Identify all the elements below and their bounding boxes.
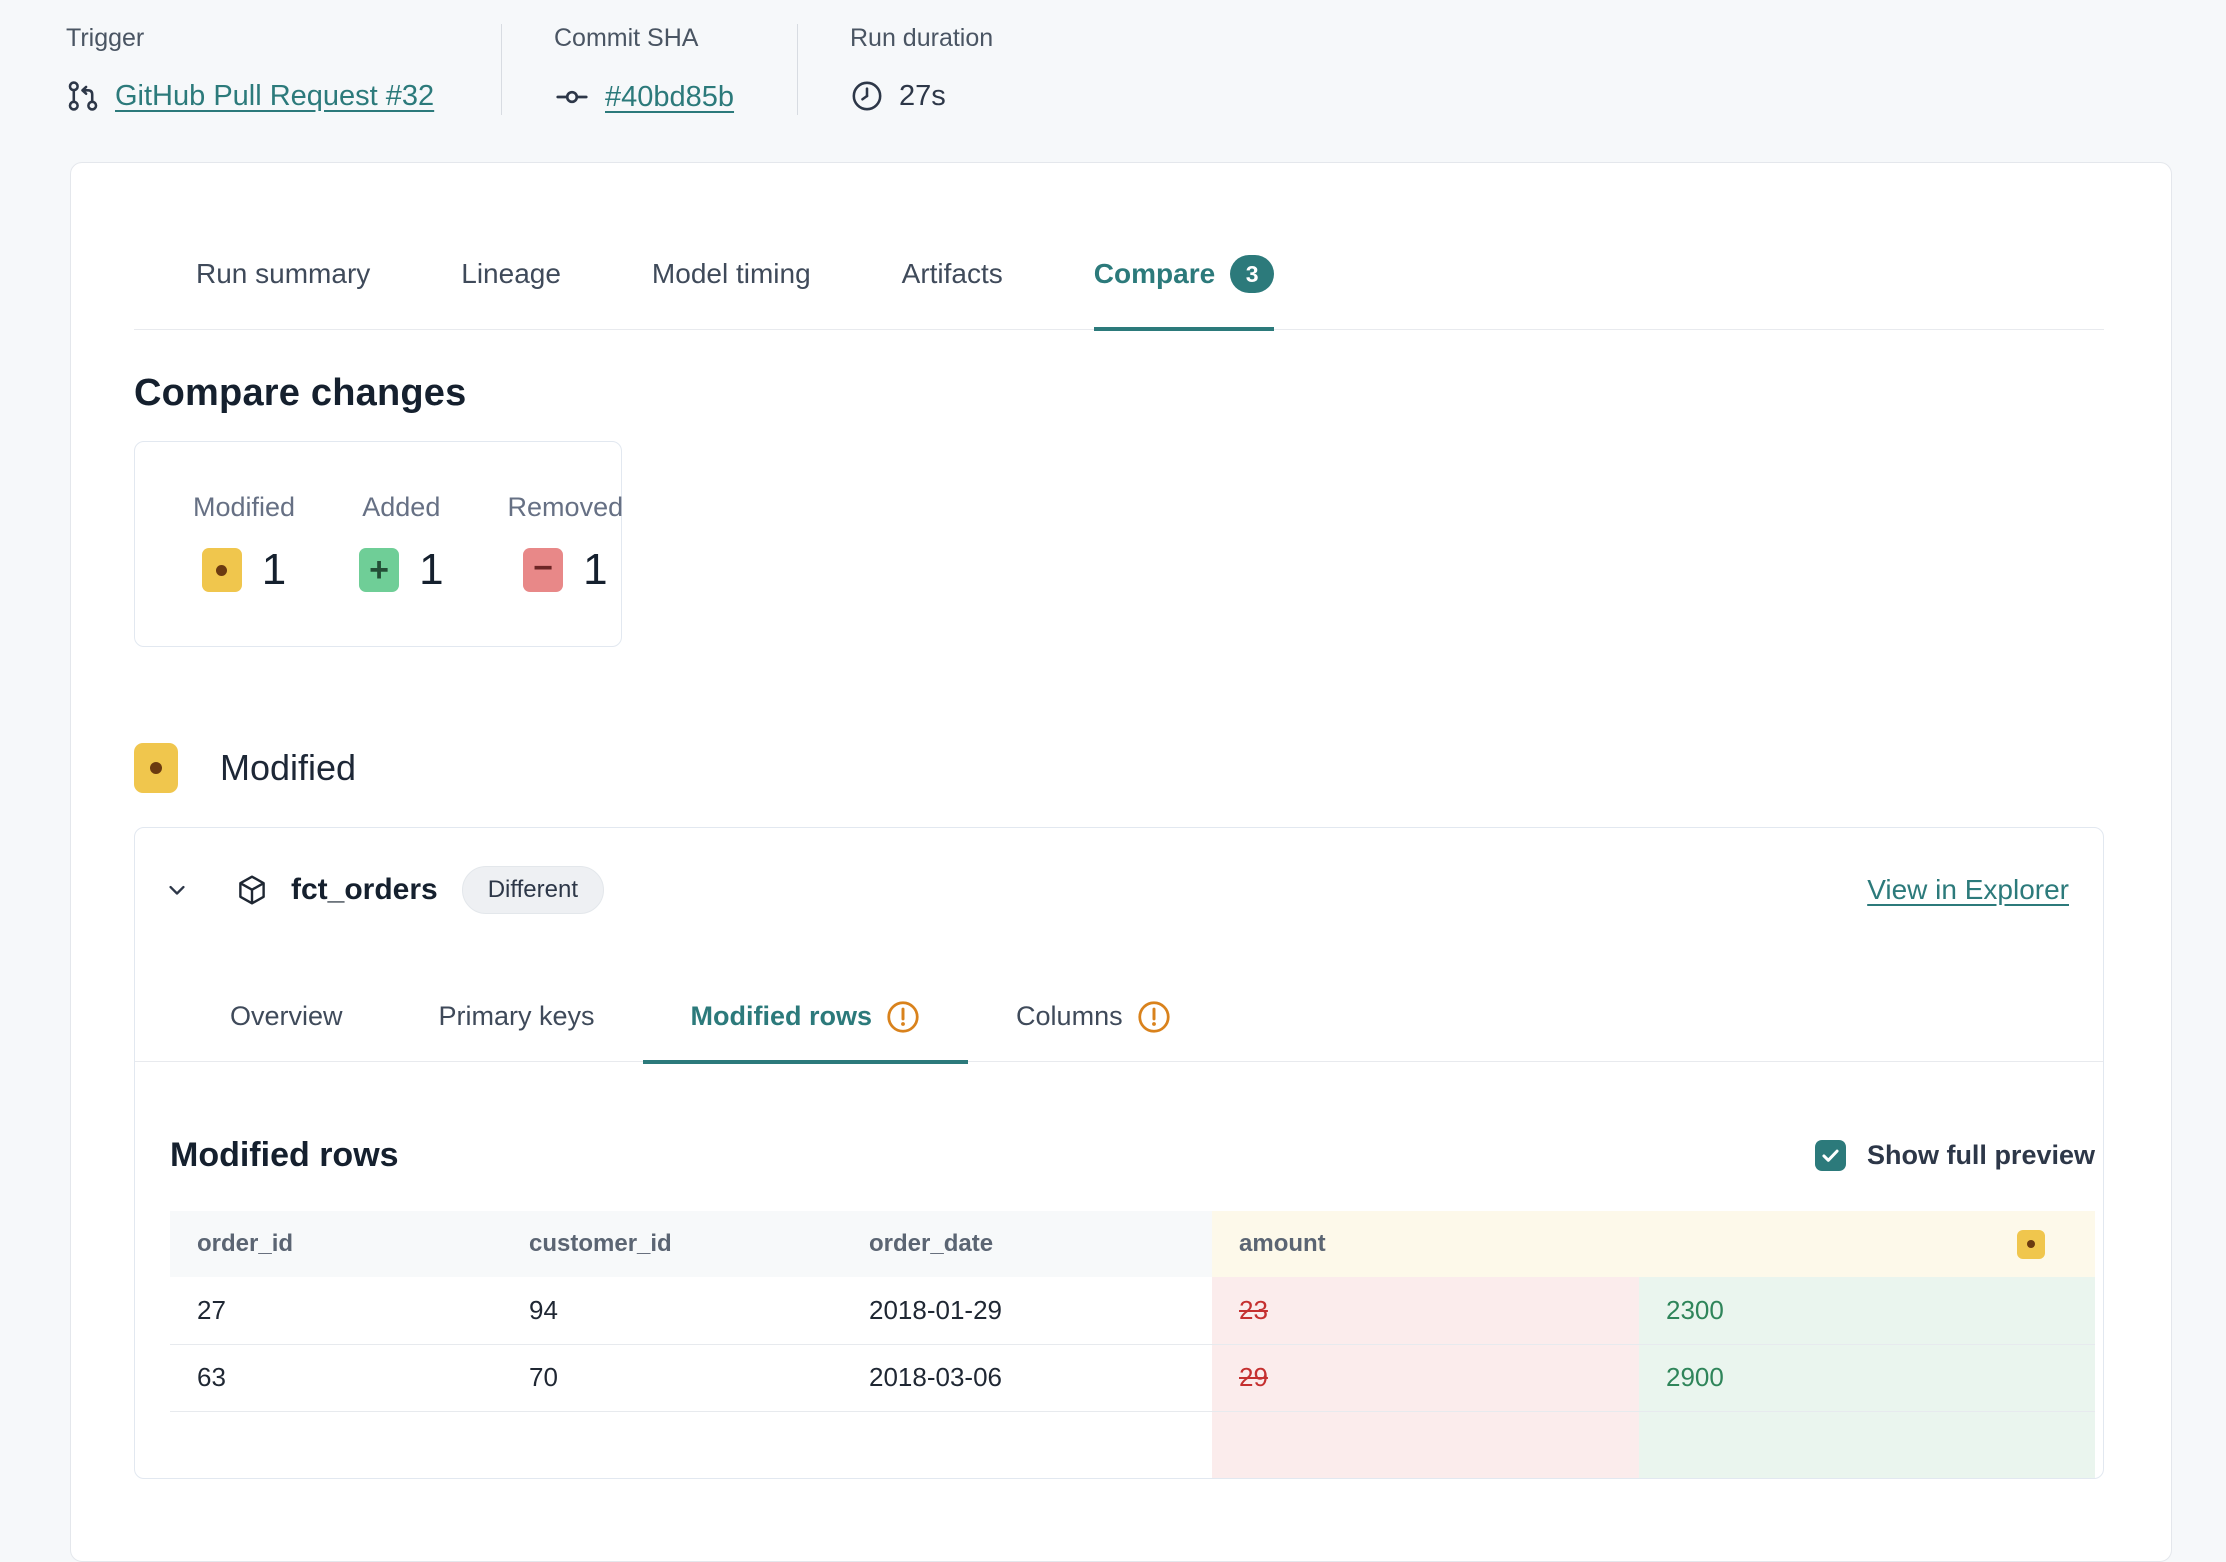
run-duration-value: 27s bbox=[899, 80, 946, 113]
stat-added-label: Added bbox=[362, 492, 440, 523]
modified-rows-table: order_id customer_id order_date amount bbox=[170, 1211, 2095, 1478]
tab-primary-keys[interactable]: Primary keys bbox=[391, 1000, 643, 1064]
modified-column-indicator-icon bbox=[2017, 1230, 2045, 1259]
run-duration-label: Run duration bbox=[850, 24, 993, 53]
stat-added-value: 1 bbox=[419, 545, 443, 595]
column-header-customer-id: customer_id bbox=[502, 1211, 842, 1277]
warning-icon bbox=[886, 1000, 920, 1034]
minus-icon: − bbox=[523, 548, 563, 592]
stat-removed: Removed − 1 bbox=[508, 492, 624, 595]
stat-modified: Modified 1 bbox=[193, 492, 295, 595]
plus-icon: + bbox=[359, 548, 399, 592]
modified-section-header: Modified bbox=[134, 743, 2104, 793]
cell-amount-new: 2900 bbox=[1639, 1344, 2095, 1411]
stat-removed-value: 1 bbox=[583, 545, 607, 595]
cell-amount-new: 2300 bbox=[1639, 1277, 2095, 1344]
cell-order-date: 2018-03-06 bbox=[842, 1344, 1212, 1411]
modified-rows-heading: Modified rows bbox=[170, 1136, 399, 1175]
tab-compare[interactable]: Compare 3 bbox=[1094, 255, 1274, 331]
column-header-order-date: order_date bbox=[842, 1211, 1212, 1277]
cell-order-date bbox=[842, 1411, 1212, 1478]
compare-count-badge: 3 bbox=[1230, 255, 1274, 293]
stat-added: Added + 1 bbox=[359, 492, 443, 595]
package-icon bbox=[235, 873, 269, 907]
modified-section-heading: Modified bbox=[220, 747, 356, 789]
cell-customer-id: 94 bbox=[502, 1277, 842, 1344]
model-name: fct_orders bbox=[291, 873, 438, 907]
table-row bbox=[170, 1411, 2095, 1478]
cell-order-date: 2018-01-29 bbox=[842, 1277, 1212, 1344]
cell-amount-old bbox=[1212, 1411, 1639, 1478]
stat-removed-label: Removed bbox=[508, 492, 624, 523]
run-info-bar: Trigger GitHub Pull Request #32 Commit S… bbox=[0, 0, 2226, 115]
cell-order-id: 27 bbox=[170, 1277, 502, 1344]
duration-column: Run duration 27s bbox=[797, 24, 1051, 115]
tab-model-timing[interactable]: Model timing bbox=[652, 255, 811, 331]
cell-order-id bbox=[170, 1411, 502, 1478]
cell-customer-id: 70 bbox=[502, 1344, 842, 1411]
tab-modified-rows[interactable]: Modified rows bbox=[643, 1000, 969, 1064]
commit-sha-link[interactable]: #40bd85b bbox=[605, 81, 734, 114]
cell-amount-old: 29 bbox=[1212, 1344, 1639, 1411]
cell-order-id: 63 bbox=[170, 1344, 502, 1411]
column-header-amount: amount bbox=[1212, 1211, 2095, 1277]
view-in-explorer-link[interactable]: View in Explorer bbox=[1867, 874, 2069, 906]
stat-modified-value: 1 bbox=[262, 545, 286, 595]
table-row: 63 70 2018-03-06 29 2900 bbox=[170, 1344, 2095, 1411]
model-card-header: fct_orders Different View in Explorer bbox=[135, 828, 2103, 914]
modified-rows-section: Modified rows Show full preview order_id… bbox=[135, 1062, 2103, 1478]
trigger-column: Trigger GitHub Pull Request #32 bbox=[66, 24, 501, 115]
model-tabs: Overview Primary keys Modified rows Colu… bbox=[135, 1000, 2103, 1063]
commit-sha-label: Commit SHA bbox=[554, 24, 739, 53]
tab-columns[interactable]: Columns bbox=[968, 1000, 1219, 1064]
run-detail-card: Run summary Lineage Model timing Artifac… bbox=[70, 162, 2172, 1562]
tab-run-summary[interactable]: Run summary bbox=[196, 255, 370, 331]
cell-amount-old: 23 bbox=[1212, 1277, 1639, 1344]
chevron-down-icon[interactable] bbox=[163, 876, 191, 904]
run-tabs: Run summary Lineage Model timing Artifac… bbox=[134, 255, 2104, 330]
cell-customer-id bbox=[502, 1411, 842, 1478]
modified-dot-icon bbox=[202, 548, 242, 592]
trigger-label: Trigger bbox=[66, 24, 443, 53]
warning-icon bbox=[1137, 1000, 1171, 1034]
status-badge: Different bbox=[462, 866, 604, 914]
show-full-preview-checkbox[interactable] bbox=[1815, 1140, 1846, 1171]
table-header-row: order_id customer_id order_date amount bbox=[170, 1211, 2095, 1277]
compare-summary-card: Modified 1 Added + 1 Removed − 1 bbox=[134, 441, 622, 647]
compare-changes-heading: Compare changes bbox=[134, 372, 2104, 415]
cell-amount-new bbox=[1639, 1411, 2095, 1478]
modified-section-icon bbox=[134, 743, 178, 793]
model-card-fct-orders: fct_orders Different View in Explorer Ov… bbox=[134, 827, 2104, 1480]
show-full-preview-toggle[interactable]: Show full preview bbox=[1815, 1140, 2095, 1171]
commit-icon bbox=[554, 79, 590, 115]
pull-request-link[interactable]: GitHub Pull Request #32 bbox=[115, 80, 434, 113]
check-icon bbox=[1820, 1145, 1841, 1166]
stat-modified-label: Modified bbox=[193, 492, 295, 523]
table-row: 27 94 2018-01-29 23 2300 bbox=[170, 1277, 2095, 1344]
tab-overview[interactable]: Overview bbox=[182, 1000, 391, 1064]
column-header-order-id: order_id bbox=[170, 1211, 502, 1277]
show-full-preview-label[interactable]: Show full preview bbox=[1867, 1140, 2095, 1171]
clock-icon bbox=[850, 79, 884, 113]
tab-artifacts[interactable]: Artifacts bbox=[902, 255, 1003, 331]
tab-lineage[interactable]: Lineage bbox=[461, 255, 561, 331]
commit-column: Commit SHA #40bd85b bbox=[501, 24, 797, 115]
pull-request-icon bbox=[66, 79, 100, 113]
